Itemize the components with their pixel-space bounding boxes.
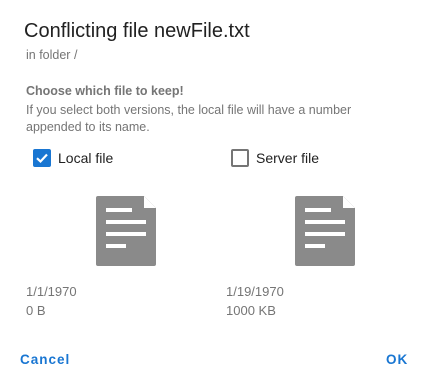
local-file-date: 1/1/1970 xyxy=(26,284,77,299)
server-file-checkbox[interactable] xyxy=(231,149,249,167)
ok-button[interactable]: OK xyxy=(386,352,408,367)
folder-path: in folder / xyxy=(26,48,78,62)
server-file-size: 1000 KB xyxy=(226,303,276,318)
local-file-meta: 1/1/1970 0 B xyxy=(26,282,77,320)
file-document-icon xyxy=(295,196,355,266)
conflict-dialog: Conflicting file newFile.txt in folder /… xyxy=(0,0,440,389)
instruction-description: If you select both versions, the local f… xyxy=(26,103,352,134)
local-file-checkbox[interactable] xyxy=(33,149,51,167)
server-file-date: 1/19/1970 xyxy=(226,284,284,299)
local-file-option[interactable]: Local file xyxy=(33,149,113,167)
server-file-label: Server file xyxy=(256,150,320,166)
local-file-size: 0 B xyxy=(26,303,46,318)
server-file-option[interactable]: Server file xyxy=(231,149,319,167)
dialog-title: Conflicting file newFile.txt xyxy=(24,20,250,42)
file-document-icon xyxy=(96,196,156,266)
check-icon xyxy=(36,153,48,164)
server-file-meta: 1/19/1970 1000 KB xyxy=(226,282,284,320)
cancel-button[interactable]: Cancel xyxy=(20,352,70,367)
instruction-heading: Choose which file to keep! xyxy=(26,84,184,98)
local-file-label: Local file xyxy=(58,150,114,166)
